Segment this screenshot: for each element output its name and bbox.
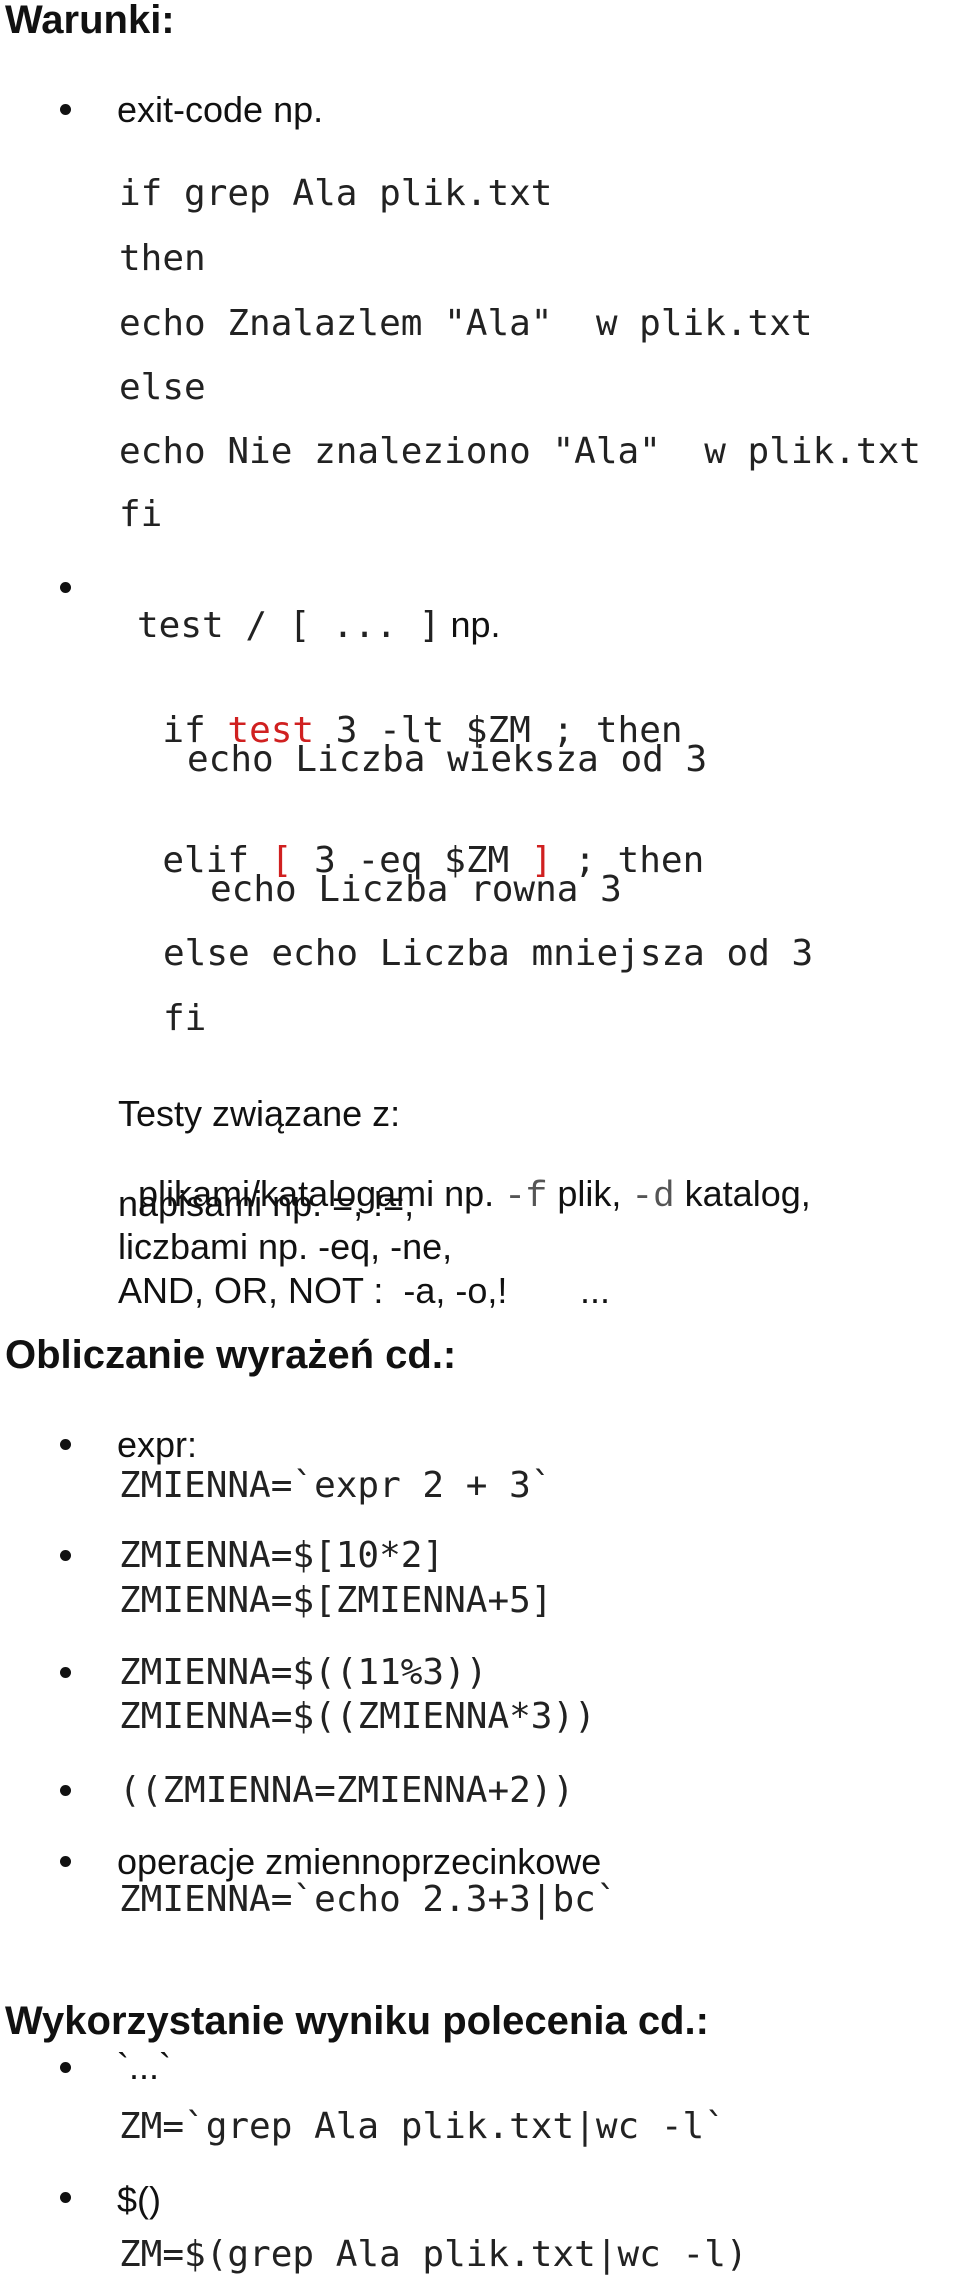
backticks-label: `...` — [117, 2046, 171, 2087]
option-f: -f — [504, 1176, 548, 1217]
bullet-icon — [60, 2062, 71, 2073]
code-line: fi — [119, 494, 163, 535]
code-line: echo Nie znaleziono "Ala" w plik.txt — [119, 431, 921, 472]
code-line: if grep Ala plik.txt — [119, 173, 553, 214]
section-title-conditions: Warunki: — [5, 0, 175, 42]
bullet-icon — [60, 1785, 71, 1796]
code-line: elif [ 3 -eq $ZM ] ; then — [119, 807, 704, 879]
code-line: else — [119, 367, 206, 408]
bullet-icon — [60, 104, 71, 115]
code-line: ZMIENNA=$[ZMIENNA+5] — [119, 1580, 553, 1621]
float-ops-label: operacje zmiennoprzecinkowe — [117, 1841, 602, 1882]
tests-logic-ellipsis: ... — [580, 1270, 611, 1311]
test-label-code: test / [ ... ] — [137, 605, 441, 646]
code-line: else echo Liczba mniejsza od 3 — [163, 933, 814, 974]
code-line: fi — [163, 998, 207, 1039]
code-line: if test 3 -lt $ZM ; then — [119, 677, 682, 749]
exit-code-label: exit-code np. — [117, 89, 324, 130]
code-line: echo Znalazlem "Ala" w plik.txt — [119, 303, 813, 344]
tests-numbers-line: liczbami np. -eq, -ne, — [118, 1226, 453, 1267]
section-title-command-output: Wykorzystanie wyniku polecenia cd.: — [5, 1999, 709, 2043]
code-line: ZMIENNA=$((11%3)) — [119, 1652, 488, 1693]
text: plik, — [547, 1173, 632, 1214]
tests-logic-line: AND, OR, NOT : -a, -o,! — [118, 1270, 508, 1311]
expr-label: expr: — [117, 1424, 198, 1465]
code-line: ((ZMIENNA=ZMIENNA+2)) — [119, 1770, 575, 1811]
code-line: ZMIENNA=`echo 2.3+3|bc` — [119, 1879, 618, 1920]
code-line: ZM=$(grep Ala plik.txt|wc -l) — [119, 2234, 748, 2275]
test-label-text: np. — [440, 604, 501, 645]
test-label: test / [ ... ] np. — [119, 571, 500, 644]
code-line: echo Liczba wieksza od 3 — [187, 739, 708, 780]
bullet-icon — [60, 582, 71, 593]
tests-strings-line: napisami np. =, !=, — [118, 1183, 415, 1224]
dollar-paren-label: $() — [117, 2179, 161, 2220]
tests-files-line: plikami/katalogami np. -f plik, -d katal… — [118, 1140, 811, 1215]
bullet-icon — [60, 1856, 71, 1867]
code-line: then — [119, 238, 206, 279]
bullet-icon — [60, 1667, 71, 1678]
code-line: ZMIENNA=`expr 2 + 3` — [119, 1465, 553, 1506]
section-title-expressions: Obliczanie wyrażeń cd.: — [5, 1333, 457, 1377]
bullet-icon — [60, 1550, 71, 1561]
code-line: ZMIENNA=$[10*2] — [119, 1535, 445, 1576]
code-line: echo Liczba rowna 3 — [210, 869, 622, 910]
bullet-icon — [60, 1439, 71, 1450]
tests-related-heading: Testy związane z: — [118, 1093, 401, 1134]
bullet-icon — [60, 2192, 71, 2203]
code-line: ZMIENNA=$((ZMIENNA*3)) — [119, 1696, 596, 1737]
text: katalog, — [674, 1173, 811, 1214]
option-d: -d — [631, 1176, 675, 1217]
code-line: ZM=`grep Ala plik.txt|wc -l` — [119, 2106, 726, 2147]
